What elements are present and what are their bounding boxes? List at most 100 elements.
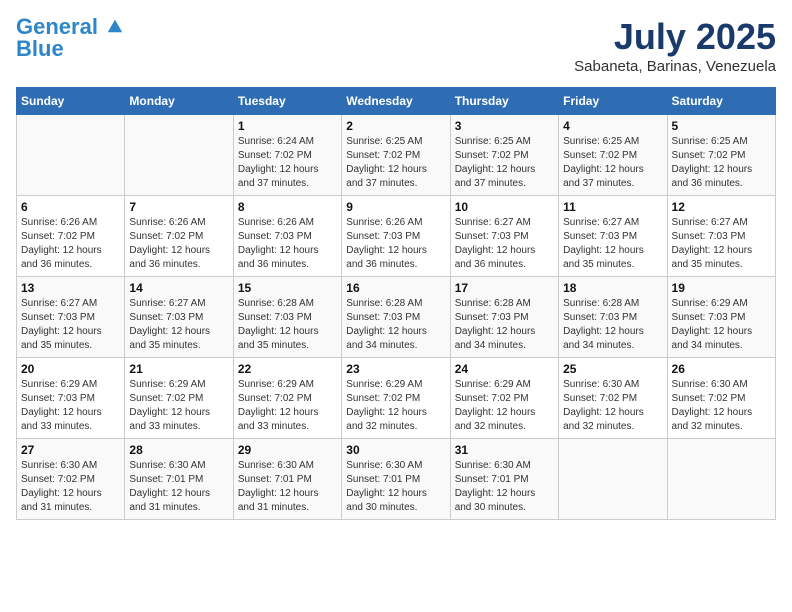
day-number: 26: [672, 362, 771, 376]
calendar-cell: [125, 115, 233, 196]
day-number: 20: [21, 362, 120, 376]
day-info: Sunrise: 6:24 AMSunset: 7:02 PMDaylight:…: [238, 135, 337, 191]
day-number: 19: [672, 281, 771, 295]
day-number: 11: [563, 200, 662, 214]
day-number: 27: [21, 443, 120, 457]
day-info: Sunrise: 6:27 AMSunset: 7:03 PMDaylight:…: [21, 297, 120, 353]
calendar-cell: 22 Sunrise: 6:29 AMSunset: 7:02 PMDayligh…: [233, 358, 341, 439]
day-number: 31: [455, 443, 554, 457]
day-number: 24: [455, 362, 554, 376]
day-number: 4: [563, 119, 662, 133]
calendar-cell: 9 Sunrise: 6:26 AMSunset: 7:03 PMDaylight…: [342, 196, 450, 277]
day-info: Sunrise: 6:25 AMSunset: 7:02 PMDaylight:…: [563, 135, 662, 191]
weekday-header: Sunday: [17, 88, 125, 115]
weekday-header: Monday: [125, 88, 233, 115]
calendar-cell: 24 Sunrise: 6:29 AMSunset: 7:02 PMDayligh…: [450, 358, 558, 439]
calendar-cell: 3Sunrise: 6:25 AMSunset: 7:02 PMDaylight…: [450, 115, 558, 196]
title-block: July 2025 Sabaneta, Barinas, Venezuela: [574, 16, 776, 75]
day-info: Sunrise: 6:26 AMSunset: 7:02 PMDaylight:…: [21, 216, 120, 272]
day-number: 1: [238, 119, 337, 133]
day-number: 3: [455, 119, 554, 133]
calendar-cell: 18 Sunrise: 6:28 AMSunset: 7:03 PMDayligh…: [559, 277, 667, 358]
calendar-cell: 21 Sunrise: 6:29 AMSunset: 7:02 PMDayligh…: [125, 358, 233, 439]
calendar-cell: 29Sunrise: 6:30 AMSunset: 7:01 PMDayligh…: [233, 439, 341, 520]
calendar-cell: 14 Sunrise: 6:27 AMSunset: 7:03 PMDayligh…: [125, 277, 233, 358]
calendar-cell: 17 Sunrise: 6:28 AMSunset: 7:03 PMDayligh…: [450, 277, 558, 358]
logo: General Blue: [16, 16, 124, 60]
day-info: Sunrise: 6:28 AMSunset: 7:03 PMDaylight:…: [563, 297, 662, 353]
day-info: Sunrise: 6:30 AMSunset: 7:02 PMDaylight:…: [672, 378, 771, 434]
day-info: Sunrise: 6:30 AMSunset: 7:01 PMDaylight:…: [455, 459, 554, 515]
weekday-header: Saturday: [667, 88, 775, 115]
day-number: 7: [129, 200, 228, 214]
day-info: Sunrise: 6:30 AMSunset: 7:02 PMDaylight:…: [563, 378, 662, 434]
calendar-cell: 5 Sunrise: 6:25 AMSunset: 7:02 PMDaylight…: [667, 115, 775, 196]
day-info: Sunrise: 6:29 AMSunset: 7:03 PMDaylight:…: [21, 378, 120, 434]
weekday-header: Friday: [559, 88, 667, 115]
calendar-cell: 8Sunrise: 6:26 AMSunset: 7:03 PMDaylight…: [233, 196, 341, 277]
calendar-cell: 20 Sunrise: 6:29 AMSunset: 7:03 PMDayligh…: [17, 358, 125, 439]
day-number: 30: [346, 443, 445, 457]
calendar-week: 20 Sunrise: 6:29 AMSunset: 7:03 PMDayligh…: [17, 358, 776, 439]
calendar-cell: 27Sunrise: 6:30 AMSunset: 7:02 PMDayligh…: [17, 439, 125, 520]
calendar-cell: 12Sunrise: 6:27 AMSunset: 7:03 PMDayligh…: [667, 196, 775, 277]
calendar-cell: 4 Sunrise: 6:25 AMSunset: 7:02 PMDaylight…: [559, 115, 667, 196]
calendar-week: 1 Sunrise: 6:24 AMSunset: 7:02 PMDaylight…: [17, 115, 776, 196]
logo-blue: Blue: [16, 38, 124, 60]
day-info: Sunrise: 6:28 AMSunset: 7:03 PMDaylight:…: [346, 297, 445, 353]
day-info: Sunrise: 6:26 AMSunset: 7:03 PMDaylight:…: [346, 216, 445, 272]
calendar-cell: 26 Sunrise: 6:30 AMSunset: 7:02 PMDayligh…: [667, 358, 775, 439]
calendar-cell: 11 Sunrise: 6:27 AMSunset: 7:03 PMDayligh…: [559, 196, 667, 277]
calendar-cell: 6 Sunrise: 6:26 AMSunset: 7:02 PMDaylight…: [17, 196, 125, 277]
calendar-cell: 31 Sunrise: 6:30 AMSunset: 7:01 PMDayligh…: [450, 439, 558, 520]
calendar-table: SundayMondayTuesdayWednesdayThursdayFrid…: [16, 87, 776, 520]
logo-icon: [106, 16, 124, 34]
logo-text: General: [16, 16, 124, 38]
day-number: 23: [346, 362, 445, 376]
calendar-cell: 25Sunrise: 6:30 AMSunset: 7:02 PMDayligh…: [559, 358, 667, 439]
day-number: 22: [238, 362, 337, 376]
day-number: 28: [129, 443, 228, 457]
day-number: 10: [455, 200, 554, 214]
day-info: Sunrise: 6:29 AMSunset: 7:03 PMDaylight:…: [672, 297, 771, 353]
day-info: Sunrise: 6:30 AMSunset: 7:01 PMDaylight:…: [346, 459, 445, 515]
day-info: Sunrise: 6:28 AMSunset: 7:03 PMDaylight:…: [238, 297, 337, 353]
day-info: Sunrise: 6:27 AMSunset: 7:03 PMDaylight:…: [563, 216, 662, 272]
calendar-cell: 16 Sunrise: 6:28 AMSunset: 7:03 PMDayligh…: [342, 277, 450, 358]
weekday-header: Wednesday: [342, 88, 450, 115]
calendar-cell: [17, 115, 125, 196]
day-number: 5: [672, 119, 771, 133]
day-number: 18: [563, 281, 662, 295]
day-number: 9: [346, 200, 445, 214]
calendar-cell: 10 Sunrise: 6:27 AMSunset: 7:03 PMDayligh…: [450, 196, 558, 277]
day-number: 14: [129, 281, 228, 295]
calendar-cell: 15 Sunrise: 6:28 AMSunset: 7:03 PMDayligh…: [233, 277, 341, 358]
day-info: Sunrise: 6:27 AMSunset: 7:03 PMDaylight:…: [129, 297, 228, 353]
day-info: Sunrise: 6:30 AMSunset: 7:01 PMDaylight:…: [238, 459, 337, 515]
calendar-cell: 23 Sunrise: 6:29 AMSunset: 7:02 PMDayligh…: [342, 358, 450, 439]
calendar-cell: [667, 439, 775, 520]
calendar-cell: 1 Sunrise: 6:24 AMSunset: 7:02 PMDaylight…: [233, 115, 341, 196]
day-number: 17: [455, 281, 554, 295]
header-row: SundayMondayTuesdayWednesdayThursdayFrid…: [17, 88, 776, 115]
day-info: Sunrise: 6:29 AMSunset: 7:02 PMDaylight:…: [129, 378, 228, 434]
day-number: 16: [346, 281, 445, 295]
day-number: 6: [21, 200, 120, 214]
day-info: Sunrise: 6:29 AMSunset: 7:02 PMDaylight:…: [346, 378, 445, 434]
day-number: 15: [238, 281, 337, 295]
month-title: July 2025: [574, 16, 776, 58]
day-info: Sunrise: 6:25 AMSunset: 7:02 PMDaylight:…: [346, 135, 445, 191]
day-info: Sunrise: 6:28 AMSunset: 7:03 PMDaylight:…: [455, 297, 554, 353]
calendar-cell: 30 Sunrise: 6:30 AMSunset: 7:01 PMDayligh…: [342, 439, 450, 520]
calendar-cell: 7Sunrise: 6:26 AMSunset: 7:02 PMDaylight…: [125, 196, 233, 277]
day-number: 13: [21, 281, 120, 295]
page-header: General Blue July 2025 Sabaneta, Barinas…: [16, 16, 776, 75]
location: Sabaneta, Barinas, Venezuela: [574, 58, 776, 75]
day-number: 12: [672, 200, 771, 214]
day-info: Sunrise: 6:27 AMSunset: 7:03 PMDaylight:…: [455, 216, 554, 272]
day-info: Sunrise: 6:29 AMSunset: 7:02 PMDaylight:…: [238, 378, 337, 434]
day-number: 21: [129, 362, 228, 376]
calendar-cell: [559, 439, 667, 520]
day-info: Sunrise: 6:25 AMSunset: 7:02 PMDaylight:…: [672, 135, 771, 191]
day-info: Sunrise: 6:29 AMSunset: 7:02 PMDaylight:…: [455, 378, 554, 434]
